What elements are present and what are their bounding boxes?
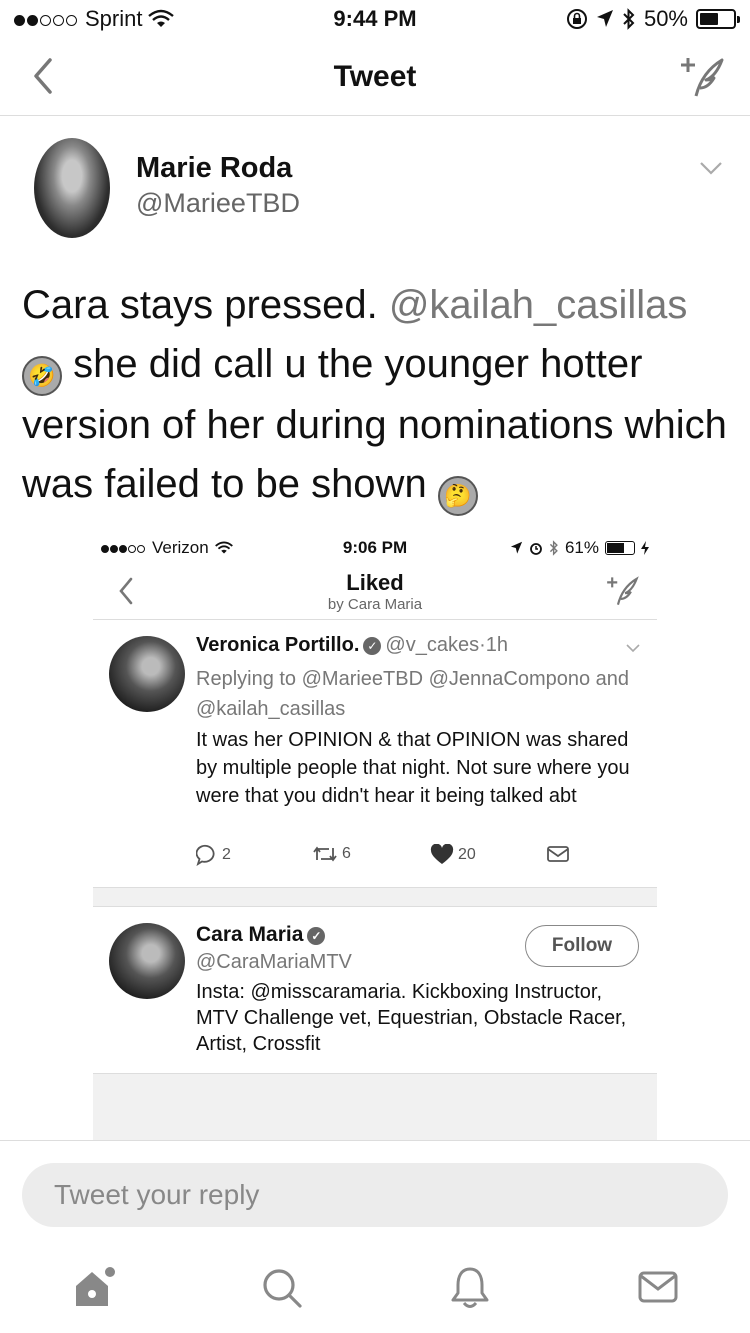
compose-button[interactable] — [678, 54, 728, 100]
battery-percent: 50% — [643, 6, 688, 31]
embedded-tweet-age: 1h — [485, 634, 508, 656]
like-action: 20 — [430, 844, 476, 866]
location-icon — [596, 10, 613, 27]
compose-feather-icon — [607, 576, 639, 605]
reply-bar — [0, 1140, 750, 1248]
chevron-down-icon[interactable] — [698, 158, 724, 178]
embedded-battery-percent: 61% — [564, 538, 599, 557]
reply-icon — [196, 844, 215, 866]
tweet-text-part2: she did call u the younger hotter versio… — [22, 342, 727, 506]
search-icon — [263, 1269, 302, 1308]
page-title: Tweet — [333, 60, 417, 93]
reply-input[interactable] — [22, 1163, 728, 1227]
embedded-profile-handle: @CaraMariaMTV — [196, 951, 352, 973]
battery-icon — [605, 541, 635, 555]
thinking-emoji-icon: 🤔 — [437, 476, 478, 516]
alarm-icon — [530, 543, 542, 555]
like-count: 20 — [458, 846, 476, 863]
embedded-tweet-actions: 2 6 20 — [196, 842, 616, 870]
embedded-tweet-header: Veronica Portillo. ✓ @v_cakes·1h — [196, 634, 508, 657]
embedded-tweet-body: It was her OPINION & that OPINION was sh… — [196, 729, 630, 807]
reply-action: 2 — [196, 844, 231, 866]
verified-icon: ✓ — [363, 637, 382, 655]
embedded-status-bar: Verizon 9:06 PM 61% — [93, 530, 657, 564]
avatar[interactable] — [34, 138, 110, 238]
bluetooth-icon — [549, 540, 558, 556]
embedded-tweet-name: Veronica Portillo. — [196, 634, 360, 656]
retweet-count: 6 — [342, 845, 351, 862]
embedded-tweet-separator: · — [479, 634, 486, 656]
bluetooth-icon — [623, 8, 635, 30]
mail-icon — [547, 846, 569, 862]
embedded-status-right: 61% — [510, 538, 649, 558]
tab-home[interactable] — [64, 1260, 124, 1316]
reply-count: 2 — [222, 846, 231, 863]
tab-notifications[interactable] — [440, 1260, 500, 1316]
embedded-tweet-handle: @v_cakes — [385, 634, 480, 656]
charging-icon — [641, 541, 649, 555]
status-right: 50% — [566, 6, 740, 32]
location-icon — [510, 541, 523, 554]
author-name[interactable]: Marie Roda — [136, 152, 292, 185]
tweet-text: Cara stays pressed. @kailah_casillas 🤣 s… — [22, 276, 732, 516]
home-icon — [76, 1267, 115, 1306]
tab-bar — [0, 1248, 750, 1333]
embedded-nav-title: Liked — [346, 570, 404, 595]
attached-screenshot[interactable]: Verizon 9:06 PM 61% Liked by Cara Maria … — [93, 530, 657, 1140]
tab-messages[interactable] — [628, 1260, 688, 1316]
chevron-down-icon — [626, 644, 640, 653]
compose-feather-icon — [681, 58, 724, 97]
notifications-icon — [451, 1267, 489, 1308]
battery-icon — [696, 9, 740, 29]
retweet-icon — [313, 846, 337, 862]
rofl-emoji-icon: 🤣 — [22, 356, 62, 396]
author-handle[interactable]: @MarieeTBD — [136, 188, 300, 219]
embedded-profile-card: Cara Maria ✓ @CaraMariaMTV Follow Insta: … — [93, 906, 657, 1074]
embedded-profile-bio: Insta: @misscaramaria. Kickboxing Instru… — [196, 981, 627, 1055]
tweet-author: Marie Roda @MarieeTBD — [34, 138, 724, 238]
embedded-replying-to: Replying to @MarieeTBD @JennaCompono and… — [196, 668, 630, 720]
embedded-profile-name: Cara Maria ✓ — [196, 923, 329, 947]
embedded-nav-bar: Liked by Cara Maria — [93, 564, 657, 620]
embedded-reply-tweet: Veronica Portillo. ✓ @v_cakes·1h Replying … — [93, 620, 657, 888]
orientation-lock-icon — [566, 9, 587, 29]
tweet-mention[interactable]: @kailah_casillas — [389, 283, 688, 327]
messages-icon — [638, 1271, 678, 1303]
dm-action — [546, 844, 570, 864]
embedded-nav-subtitle: by Cara Maria — [327, 596, 423, 613]
retweet-action: 6 — [312, 844, 351, 864]
tab-search[interactable] — [252, 1260, 312, 1316]
follow-button: Follow — [525, 925, 639, 967]
nav-bar: Tweet — [0, 40, 750, 116]
avatar — [109, 636, 185, 712]
embedded-profile-name-text: Cara Maria — [196, 923, 304, 946]
tweet-text-part1: Cara stays pressed. — [22, 283, 378, 327]
verified-icon: ✓ — [307, 927, 326, 945]
heart-icon — [430, 844, 454, 864]
status-bar: Sprint 9:44 PM 50% — [0, 0, 750, 40]
avatar — [109, 923, 185, 999]
